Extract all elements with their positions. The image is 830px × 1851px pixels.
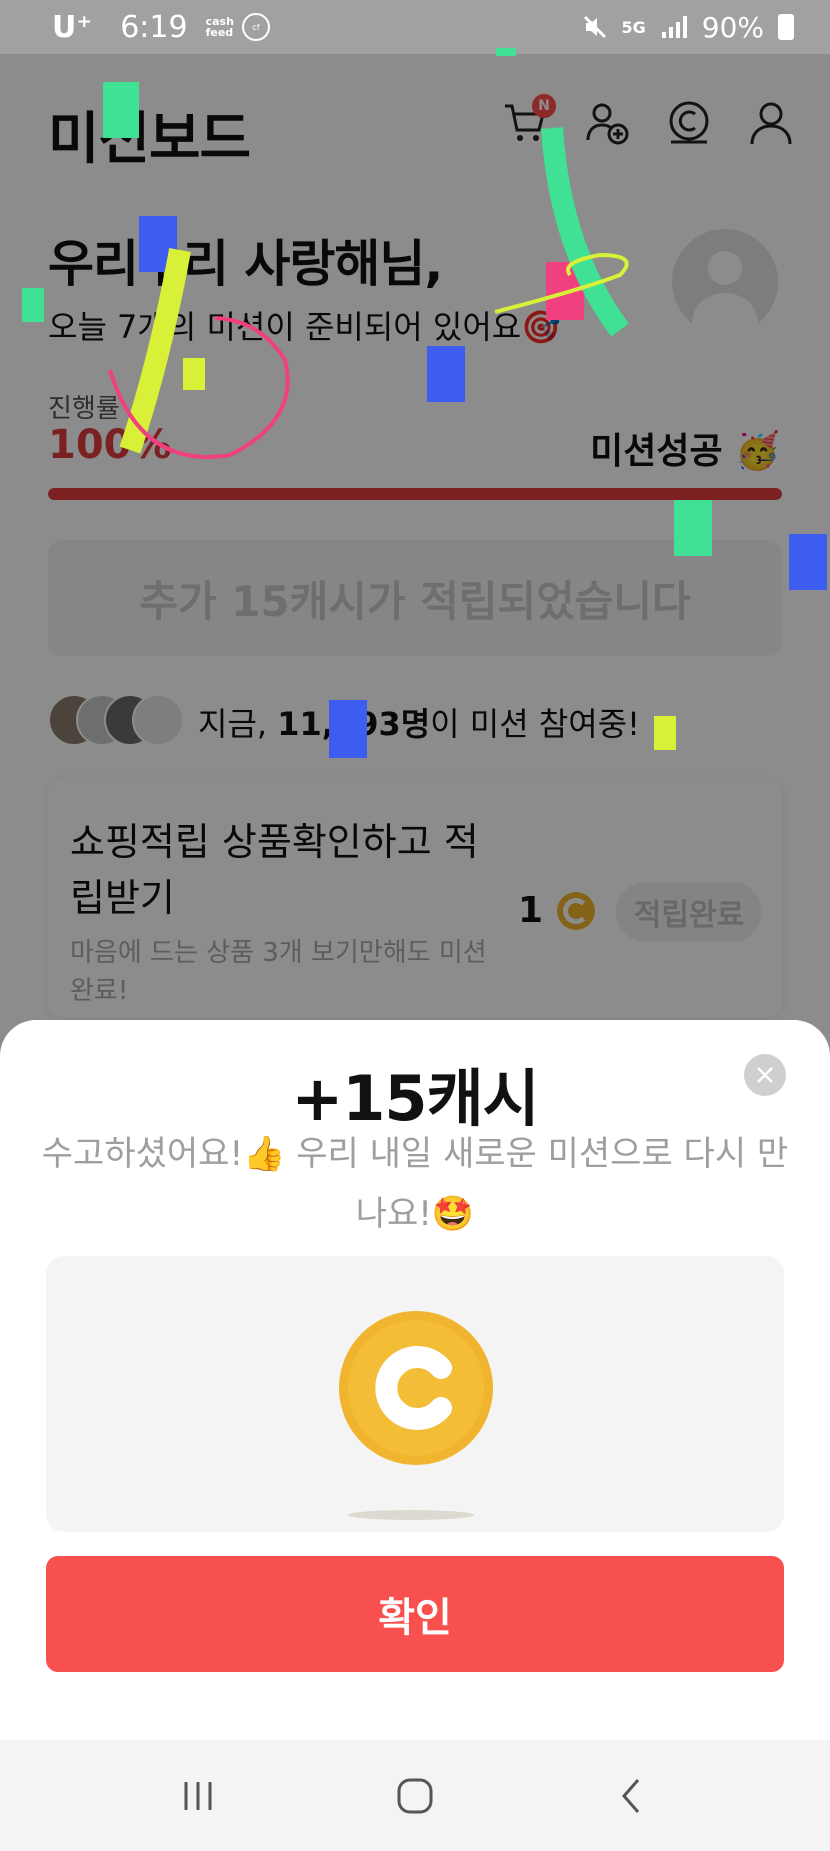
close-icon — [757, 1067, 773, 1083]
sheet-message: 수고하셨어요!👍 우리 내일 새로운 미션으로 다시 만나요!🤩 — [41, 1134, 789, 1234]
close-button[interactable] — [744, 1054, 786, 1096]
cash-coin-large-icon — [338, 1310, 494, 1466]
battery-icon — [778, 14, 794, 40]
home-icon — [397, 1778, 433, 1813]
coin-panel — [46, 1256, 784, 1532]
network-type: 5G — [621, 17, 646, 37]
back-icon — [621, 1778, 639, 1813]
clock: 6:19 — [120, 9, 188, 45]
cashfeed-circle-icon: cf — [241, 13, 270, 41]
home-button[interactable] — [385, 1766, 445, 1826]
recent-apps-icon — [184, 1781, 212, 1810]
mute-icon — [583, 15, 606, 39]
recent-apps-button[interactable] — [168, 1766, 228, 1826]
status-bar: U⁺ 6:19 cash feed cf 5G 90% — [0, 0, 830, 54]
signal-icon — [661, 16, 687, 38]
back-button[interactable] — [602, 1766, 662, 1826]
battery-percent: 90% — [701, 10, 764, 44]
status-icons: 5G 90% — [582, 10, 794, 44]
confirm-button[interactable]: 확인 — [46, 1556, 784, 1672]
system-nav-bar — [0, 1740, 830, 1851]
coin-shadow — [348, 1510, 474, 1520]
carrier-label: U⁺ — [52, 9, 93, 45]
reward-bottom-sheet: +15캐시 수고하셨어요!👍 우리 내일 새로운 미션으로 다시 만나요!🤩 확… — [0, 1020, 830, 1740]
cashfeed-notification-icon: cash feed — [205, 15, 234, 39]
